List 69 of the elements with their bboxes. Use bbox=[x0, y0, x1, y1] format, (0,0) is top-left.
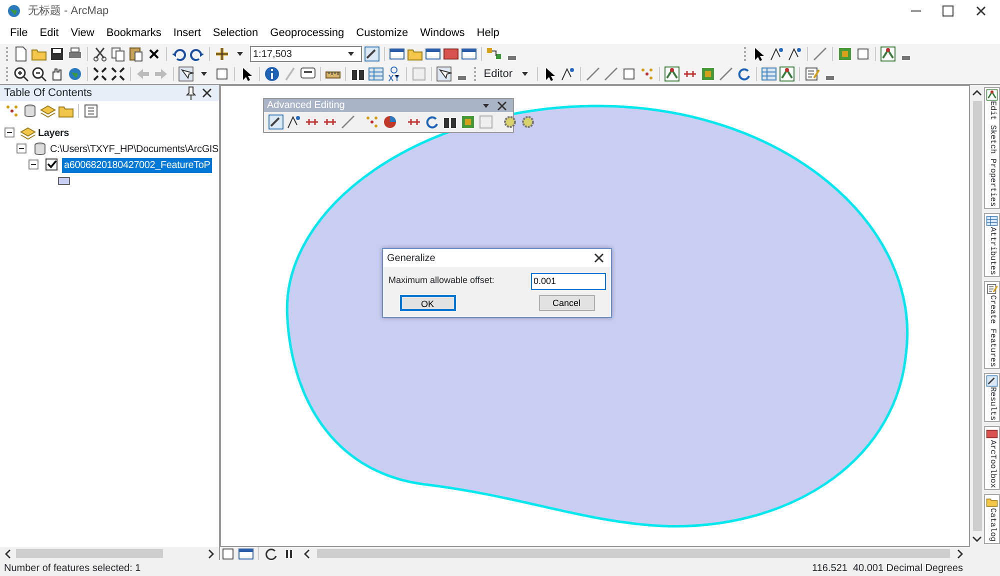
paste-icon[interactable] bbox=[128, 46, 144, 62]
layout-view-icon[interactable] bbox=[238, 546, 254, 562]
app-logo-icon bbox=[6, 3, 22, 19]
dialog-title: Generalize bbox=[387, 252, 436, 266]
editor-toolbar-icon[interactable] bbox=[364, 46, 380, 62]
offset-field[interactable]: 0.001 bbox=[530, 272, 606, 290]
menu-item[interactable]: Selection bbox=[206, 24, 264, 42]
refresh-icon[interactable] bbox=[263, 546, 279, 562]
scrollbar-thumb[interactable] bbox=[972, 101, 982, 531]
menu-item[interactable]: Edit bbox=[34, 24, 65, 42]
scrollbar-thumb[interactable] bbox=[317, 549, 950, 558]
x-coordinate: 116.521 bbox=[812, 562, 848, 576]
layer-label[interactable]: C:\Users\TXYF_HP\Documents\ArcGIS bbox=[50, 142, 218, 156]
window-title: 无标题 - ArcMap bbox=[28, 4, 109, 19]
maximize-icon[interactable] bbox=[940, 3, 956, 19]
add-data-icon[interactable] bbox=[214, 46, 230, 62]
line-icon[interactable] bbox=[718, 66, 734, 82]
fixed-zoom-out-icon[interactable] bbox=[110, 66, 126, 82]
panel-title: Table Of Contents bbox=[4, 86, 92, 101]
dialog-button[interactable]: Cancel bbox=[538, 295, 594, 311]
zoom-in-icon[interactable] bbox=[13, 66, 29, 82]
cut-icon[interactable] bbox=[92, 46, 108, 62]
rotate-icon[interactable] bbox=[736, 66, 752, 82]
y-coordinate: 40.001 Decimal Degrees bbox=[852, 562, 963, 576]
menu-item[interactable]: Geoprocessing bbox=[264, 24, 350, 42]
scale-value: 1:17,503 bbox=[253, 48, 292, 62]
layer-label[interactable]: a6006820180427002_FeatureToP bbox=[62, 158, 212, 172]
menu-item[interactable]: Help bbox=[470, 24, 506, 42]
point-icon[interactable] bbox=[639, 66, 656, 82]
full-extent-icon[interactable] bbox=[67, 66, 83, 82]
pin-icon[interactable] bbox=[183, 85, 199, 101]
zoom-out-icon[interactable] bbox=[31, 66, 47, 82]
redo-icon[interactable] bbox=[189, 46, 205, 62]
layers-icon bbox=[20, 125, 36, 141]
scrollbar-thumb[interactable] bbox=[16, 549, 163, 558]
fixed-zoom-in-icon[interactable] bbox=[92, 66, 108, 82]
checkbox[interactable] bbox=[44, 157, 60, 173]
scale-field[interactable]: 1:17,503 bbox=[250, 46, 362, 62]
undo-icon[interactable] bbox=[171, 46, 187, 62]
menu-item[interactable]: Bookmarks bbox=[100, 24, 168, 42]
side-tab[interactable]: Attributes bbox=[984, 212, 1000, 277]
save-icon[interactable] bbox=[49, 46, 65, 62]
options-icon[interactable] bbox=[83, 103, 99, 119]
menu-item[interactable]: Windows bbox=[414, 24, 471, 42]
model-builder-icon[interactable] bbox=[486, 46, 502, 62]
select-features-icon[interactable] bbox=[178, 66, 194, 82]
menu-item[interactable]: Customize bbox=[350, 24, 414, 42]
new-document-icon[interactable] bbox=[13, 46, 29, 62]
layer-label[interactable]: Layers bbox=[38, 126, 70, 140]
editor-menu[interactable]: Editor bbox=[481, 66, 516, 82]
side-tab[interactable]: Results bbox=[984, 372, 1000, 422]
side-tab[interactable]: Create Features bbox=[984, 280, 1000, 369]
dialog-button[interactable]: OK bbox=[400, 295, 456, 311]
side-tab[interactable]: Catalog bbox=[984, 494, 1000, 544]
window-icon[interactable] bbox=[389, 46, 405, 62]
status-text: Number of features selected: 1 bbox=[4, 562, 141, 576]
data-view-icon[interactable] bbox=[220, 546, 236, 562]
copy-icon[interactable] bbox=[110, 46, 126, 62]
side-tab[interactable]: ArcToolbox bbox=[984, 426, 1000, 490]
menu-item[interactable]: File bbox=[4, 24, 34, 42]
toolbar-title: Advanced Editing bbox=[267, 99, 345, 113]
side-tab[interactable]: Edit Sketch Properties bbox=[984, 87, 1000, 209]
field-label: Maximum allowable offset: bbox=[388, 274, 494, 288]
go-to-xy-icon[interactable] bbox=[386, 66, 402, 82]
menu-item[interactable]: View bbox=[64, 24, 100, 42]
menu-item[interactable]: Insert bbox=[167, 24, 207, 42]
database-icon bbox=[32, 141, 48, 157]
symbol-swatch bbox=[58, 177, 70, 185]
identify-icon[interactable] bbox=[264, 66, 280, 82]
